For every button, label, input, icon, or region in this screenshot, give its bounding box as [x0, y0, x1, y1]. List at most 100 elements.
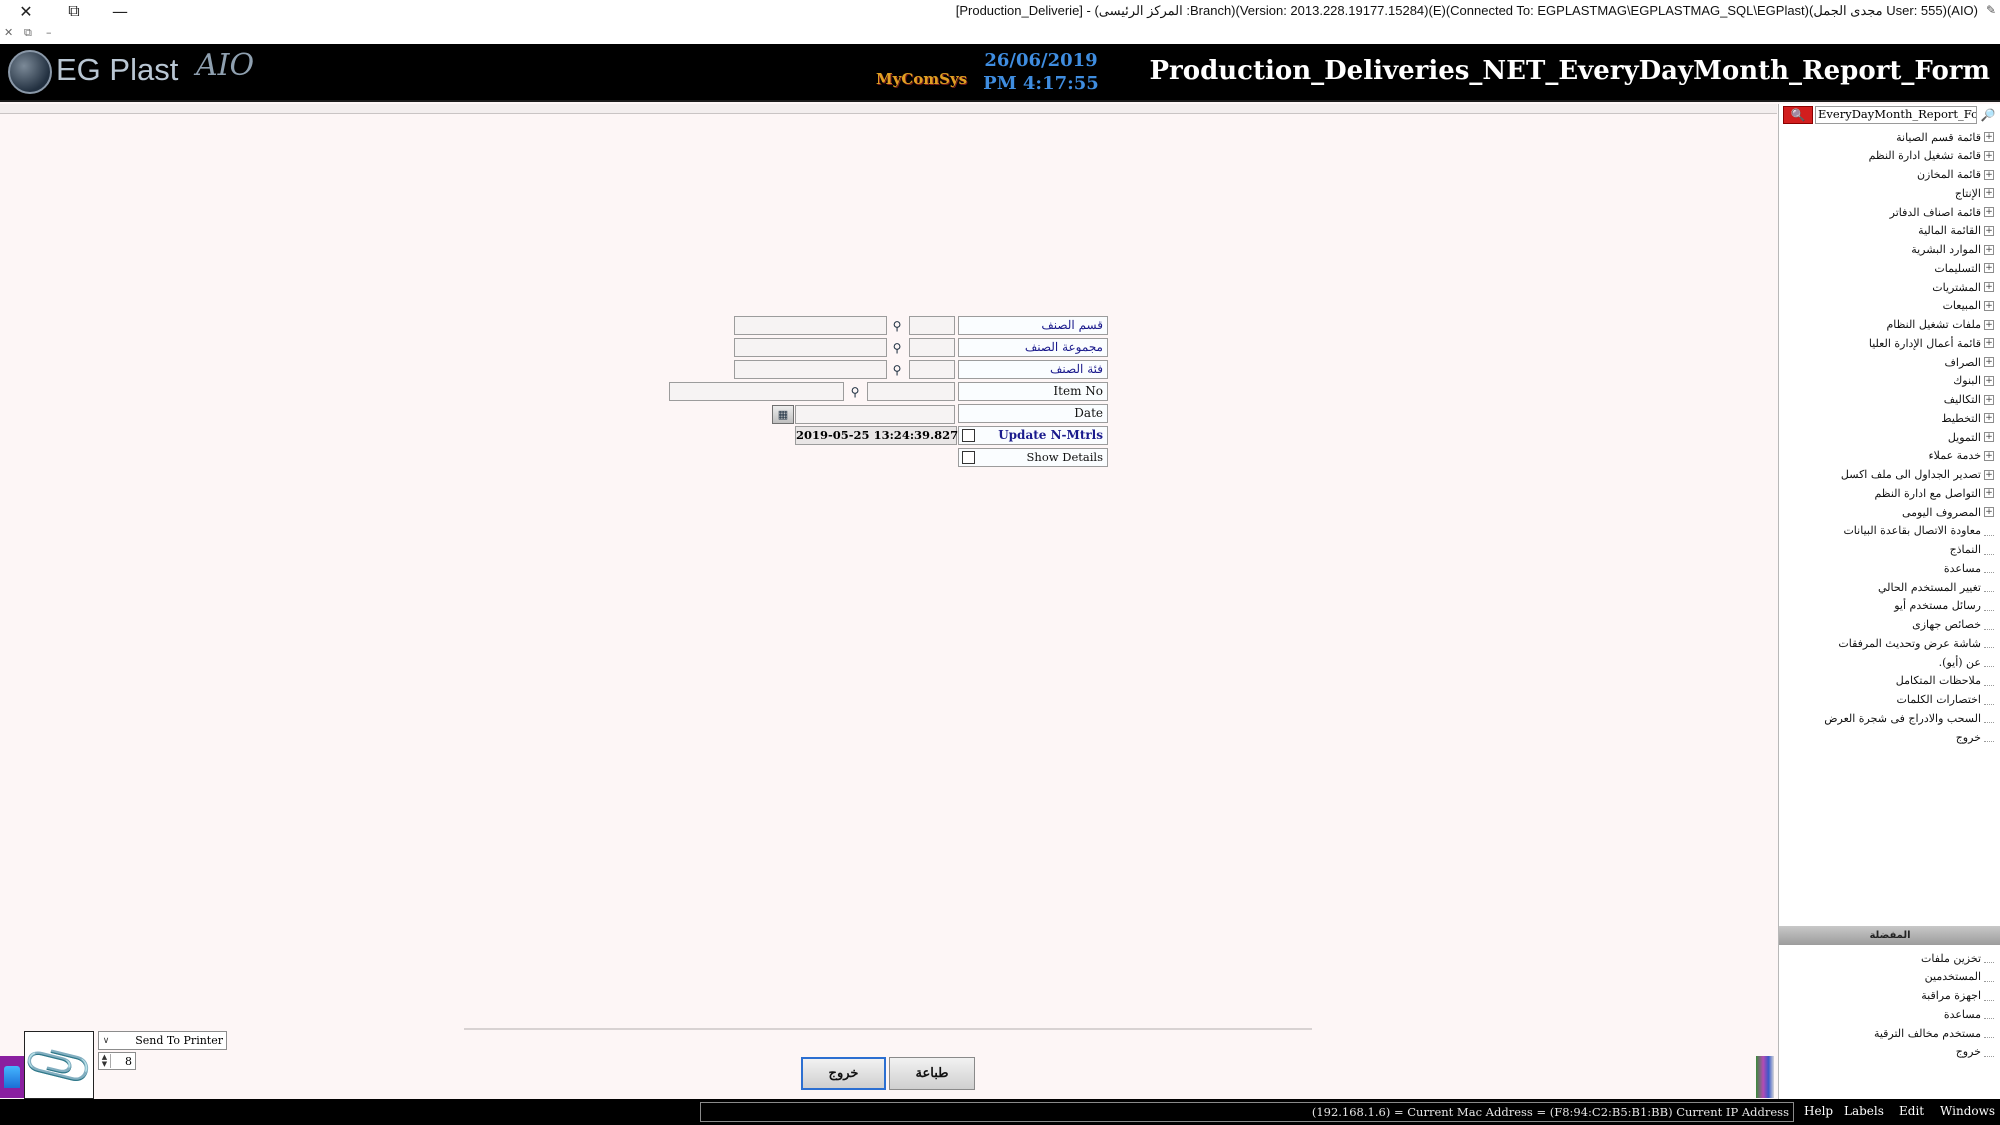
- sidebar-menu-item[interactable]: + التواصل مع ادارة النظم: [1874, 484, 1994, 502]
- sidebar-menu-item[interactable]: + قائمة اصناف الدفاتر: [1890, 203, 1994, 221]
- item-group-code-field[interactable]: [909, 338, 955, 357]
- sidebar-menu-item[interactable]: مساعدة: [1944, 559, 1994, 577]
- item-no-lookup-icon[interactable]: ⚲: [846, 382, 864, 401]
- sidebar-menu-item[interactable]: + تصدير الجداول الى ملف اكسل: [1841, 466, 1994, 484]
- sidebar-menu-item[interactable]: + قائمة أعمال الإدارة العليا: [1869, 334, 1994, 352]
- sidebar-menu-item[interactable]: + المبيعات: [1943, 297, 1994, 315]
- sidebar-menu-item[interactable]: السحب والادراج فى شجرة العرض: [1824, 709, 1994, 727]
- date-field[interactable]: [795, 405, 955, 424]
- window-restore-icon[interactable]: ⧉: [54, 0, 94, 22]
- printer-destination-select[interactable]: ∨ Send To Printer: [98, 1031, 227, 1050]
- sidebar-menu-item[interactable]: معاودة الاتصال بقاعدة البيانات: [1843, 522, 1994, 540]
- sidebar-menu-item[interactable]: ملاحظات المتكامل: [1896, 672, 1994, 690]
- expand-plus-icon[interactable]: +: [1984, 319, 1994, 330]
- sidebar-menu-item[interactable]: + التخطيط: [1941, 409, 1994, 427]
- sidebar-menu-item[interactable]: + المشتريات: [1932, 278, 1994, 296]
- sidebar-menu-item[interactable]: + قائمة تشغيل ادارة النظم: [1869, 147, 1994, 165]
- window-close-icon[interactable]: ✕: [6, 0, 46, 22]
- search-button[interactable]: 🔍: [1783, 106, 1813, 124]
- stepper-arrows-icon[interactable]: ▲ ▼: [99, 1054, 111, 1068]
- favorite-item[interactable]: المستخدمين: [1925, 968, 1994, 986]
- expand-plus-icon[interactable]: +: [1984, 263, 1994, 274]
- expand-plus-icon[interactable]: +: [1984, 413, 1994, 424]
- favorite-item[interactable]: مستخدم مخالف الترقية: [1874, 1024, 1994, 1042]
- sidebar-menu-item[interactable]: خروج: [1956, 728, 1994, 746]
- sidebar-menu-item[interactable]: رسائل مستخدم أيو: [1894, 597, 1994, 615]
- expand-plus-icon[interactable]: +: [1984, 488, 1994, 499]
- sidebar-menu-item[interactable]: + قائمة المخازن: [1917, 166, 1994, 184]
- item-section-name-field[interactable]: [734, 316, 887, 335]
- item-category-code-field[interactable]: [909, 360, 955, 379]
- expand-plus-icon[interactable]: +: [1984, 282, 1994, 292]
- sidebar-menu-item[interactable]: عن (أيو).: [1939, 653, 1994, 671]
- window-minimize-icon[interactable]: —: [100, 0, 140, 22]
- side-tab[interactable]: [0, 1056, 24, 1098]
- item-no-field[interactable]: [867, 382, 955, 401]
- expand-plus-icon[interactable]: +: [1984, 375, 1994, 386]
- sidebar-menu-item[interactable]: + خدمة عملاء: [1928, 447, 1994, 465]
- item-category-lookup-icon[interactable]: ⚲: [888, 360, 906, 379]
- item-group-name-field[interactable]: [734, 338, 887, 357]
- mdi-close-icon[interactable]: ✕: [4, 26, 13, 39]
- sidebar-menu-item[interactable]: + البنوك: [1953, 372, 1994, 390]
- favorite-item[interactable]: خروج: [1956, 1043, 1994, 1061]
- sidebar-menu-item[interactable]: + الموارد البشرية: [1911, 241, 1994, 259]
- expand-plus-icon[interactable]: +: [1984, 394, 1994, 405]
- menu-help[interactable]: Help: [1804, 1104, 1833, 1118]
- sidebar-menu-item[interactable]: + التكاليف: [1944, 391, 1994, 409]
- expand-plus-icon[interactable]: +: [1984, 450, 1994, 461]
- menu-search-input[interactable]: EveryDayMonth_Report_Form: [1815, 106, 1977, 124]
- show-details-checkbox[interactable]: [962, 451, 975, 464]
- expand-plus-icon[interactable]: +: [1984, 188, 1994, 199]
- menu-edit[interactable]: Edit: [1899, 1104, 1924, 1118]
- item-section-code-field[interactable]: [909, 316, 955, 335]
- menu-labels[interactable]: Labels: [1844, 1104, 1884, 1118]
- menu-windows[interactable]: Windows: [1940, 1104, 1995, 1118]
- sidebar-menu-item[interactable]: تغيير المستخدم الحالي: [1878, 578, 1994, 596]
- item-name-field[interactable]: [669, 382, 844, 401]
- sidebar-menu-item[interactable]: + القائمة المالية: [1918, 222, 1994, 240]
- sidebar-menu-item[interactable]: + الإنتاج: [1955, 184, 1994, 202]
- sidebar-menu-item[interactable]: + التسليمات: [1934, 259, 1994, 277]
- exit-button[interactable]: خروج: [801, 1057, 886, 1090]
- copies-stepper[interactable]: ▲ ▼ 8: [98, 1052, 136, 1070]
- sidebar-menu-item[interactable]: خصائص جهازى: [1912, 616, 1994, 634]
- calendar-icon[interactable]: ▦: [772, 405, 794, 424]
- sidebar-menu-item[interactable]: + التمويل: [1948, 428, 1994, 446]
- magnifier-icon[interactable]: 🔎: [1979, 106, 1997, 124]
- pin-icon[interactable]: ✎: [1986, 3, 1996, 17]
- expand-plus-icon[interactable]: +: [1984, 300, 1994, 311]
- expand-plus-icon[interactable]: +: [1984, 432, 1994, 442]
- expand-plus-icon[interactable]: +: [1984, 357, 1994, 367]
- sidebar-menu-item[interactable]: + قائمة قسم الصيانة: [1896, 128, 1994, 146]
- expand-plus-icon[interactable]: +: [1984, 244, 1994, 255]
- print-button[interactable]: طباعة: [889, 1057, 975, 1090]
- sidebar-menu-item[interactable]: شاشة عرض وتحديث المرفقات: [1838, 634, 1994, 652]
- sidebar-menu-item[interactable]: + ملفات تشغيل النظام: [1886, 316, 1994, 334]
- sidebar-menu-item[interactable]: النماذج: [1950, 541, 1994, 559]
- item-category-name-field[interactable]: [734, 360, 887, 379]
- mdi-minimize-icon[interactable]: –: [46, 26, 52, 39]
- favorite-item[interactable]: مساعدة: [1944, 1005, 1994, 1023]
- item-section-lookup-icon[interactable]: ⚲: [888, 316, 906, 335]
- stepper-down-icon[interactable]: ▼: [102, 1060, 107, 1068]
- expand-plus-icon[interactable]: +: [1984, 150, 1994, 161]
- expand-plus-icon[interactable]: +: [1984, 507, 1994, 517]
- favorite-item[interactable]: اجهزة مراقبة: [1921, 987, 1994, 1005]
- expand-plus-icon[interactable]: +: [1984, 338, 1994, 349]
- sidebar-menu-item-label: خدمة عملاء: [1928, 449, 1981, 463]
- expand-plus-icon[interactable]: +: [1984, 207, 1994, 217]
- mdi-restore-icon[interactable]: ⧉: [24, 26, 32, 40]
- sidebar-menu-item[interactable]: اختصارات الكلمات: [1897, 691, 1994, 709]
- item-group-lookup-icon[interactable]: ⚲: [888, 338, 906, 357]
- chevron-down-icon[interactable]: ∨: [99, 1036, 113, 1046]
- sidebar-menu-item[interactable]: + الصراف: [1945, 353, 1994, 371]
- expand-plus-icon[interactable]: +: [1984, 469, 1994, 480]
- expand-plus-icon[interactable]: +: [1984, 132, 1994, 142]
- expand-plus-icon[interactable]: +: [1984, 169, 1994, 180]
- sidebar-menu-item[interactable]: + المصروف اليومى: [1902, 503, 1994, 521]
- expand-plus-icon[interactable]: +: [1984, 225, 1994, 236]
- attachment-button[interactable]: 📎: [20, 1026, 98, 1103]
- update-n-mtrls-checkbox[interactable]: [962, 429, 975, 442]
- favorite-item[interactable]: تخزين ملفات: [1921, 949, 1994, 967]
